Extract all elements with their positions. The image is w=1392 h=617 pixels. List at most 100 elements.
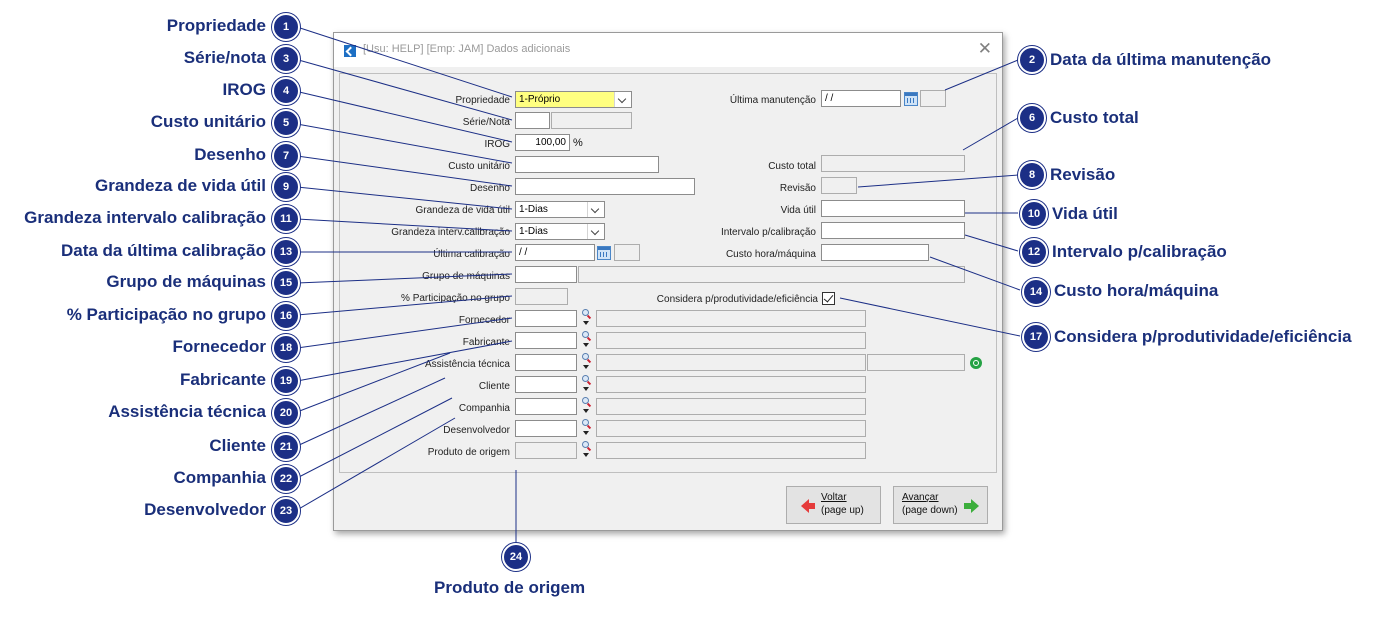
ultima-manutencao-input[interactable]: / /: [821, 90, 901, 107]
search-icon[interactable]: [581, 353, 593, 371]
produto-origem-label: Produto de origem: [427, 447, 510, 458]
search-icon[interactable]: [581, 441, 593, 459]
ultima-manutencao-label: Última manutenção: [729, 95, 816, 106]
avancar-button[interactable]: Avançar (page down): [893, 486, 988, 524]
desenvolvedor-label: Desenvolvedor: [443, 425, 510, 436]
search-icon[interactable]: [581, 375, 593, 393]
desenvolvedor-desc: [596, 420, 866, 437]
assistencia-tecnica-input[interactable]: [515, 354, 577, 371]
annotation-badge-1: 1: [272, 13, 300, 41]
cliente-desc: [596, 376, 866, 393]
assistencia-tecnica-desc: [596, 354, 866, 371]
annotation-label-1: Propriedade: [166, 16, 266, 35]
annotation-badge-4: 4: [272, 77, 300, 105]
irog-unit: %: [573, 137, 583, 149]
annotation-badge-23: 23: [272, 497, 300, 525]
app-icon: [344, 45, 356, 57]
participacao-grupo-label: % Participação no grupo: [401, 293, 510, 304]
cliente-label: Cliente: [478, 381, 510, 392]
ultima-calibracao-extra: [614, 244, 640, 261]
fabricante-label: Fabricante: [462, 337, 510, 348]
annotation-label-15: Grupo de máquinas: [106, 272, 266, 291]
custo-hora-maquina-label: Custo hora/máquina: [725, 249, 816, 260]
annotation-label-13: Data da última calibração: [60, 241, 266, 260]
fornecedor-input[interactable]: [515, 310, 577, 327]
vida-util-input[interactable]: [821, 200, 965, 217]
annotation-label-3: Série/nota: [183, 48, 266, 67]
annotation-badge-5: 5: [272, 109, 300, 137]
calendar-icon[interactable]: [904, 92, 918, 106]
produto-origem-desc: [596, 442, 866, 459]
annotation-label-16: % Participação no grupo: [66, 305, 266, 324]
companhia-input[interactable]: [515, 398, 577, 415]
produto-origem-input: [515, 442, 577, 459]
propriedade-select[interactable]: 1-Próprio: [515, 91, 632, 108]
close-icon[interactable]: ✕: [978, 39, 992, 59]
grandeza-interv-label: Grandeza interv.calibração: [391, 227, 510, 238]
annotation-badge-13: 13: [272, 238, 300, 266]
ultima-calibracao-label: Última calibração: [433, 249, 510, 260]
annotation-badge-14: 14: [1022, 278, 1050, 306]
annotation-badge-24: 24: [502, 543, 530, 571]
intervalo-calibracao-input[interactable]: [821, 222, 965, 239]
custo-hora-maquina-input[interactable]: [821, 244, 929, 261]
annotation-label-6: Custo total: [1050, 108, 1139, 127]
fabricante-input[interactable]: [515, 332, 577, 349]
annotation-badge-6: 6: [1018, 104, 1046, 132]
fornecedor-desc: [596, 310, 866, 327]
custo-unitario-label: Custo unitário: [448, 161, 510, 172]
arrow-right-icon: [964, 499, 979, 513]
grandeza-vida-util-select[interactable]: 1-Dias: [515, 201, 605, 218]
annotation-label-22: Companhia: [173, 468, 266, 487]
irog-input[interactable]: 100,00: [515, 134, 570, 151]
window-title: [Usu: HELP] [Emp: JAM] Dados adicionais: [363, 43, 571, 55]
custo-unitario-input[interactable]: [515, 156, 659, 173]
chevron-down-icon: [587, 202, 604, 217]
annotation-label-23: Desenvolvedor: [144, 500, 266, 519]
annotation-label-18: Fornecedor: [172, 337, 266, 356]
annotation-label-4: IROG: [222, 80, 266, 99]
annotation-badge-17: 17: [1022, 323, 1050, 351]
nota-input: [551, 112, 632, 129]
annotation-badge-21: 21: [272, 433, 300, 461]
search-icon[interactable]: [581, 309, 593, 327]
annotation-label-14: Custo hora/máquina: [1054, 281, 1219, 300]
annotation-badge-19: 19: [272, 367, 300, 395]
companhia-label: Companhia: [458, 403, 510, 414]
vida-util-label: Vida útil: [780, 205, 816, 216]
ultima-manutencao-extra: [920, 90, 946, 107]
ultima-calibracao-input[interactable]: / /: [515, 244, 595, 261]
irog-label: IROG: [484, 139, 510, 150]
grandeza-vida-util-label: Grandeza de vida útil: [415, 205, 510, 216]
chevron-down-icon: [614, 92, 631, 107]
serie-nota-label: Série/Nota: [462, 117, 510, 128]
search-icon[interactable]: [581, 331, 593, 349]
grupo-maquinas-desc: [578, 266, 965, 283]
companhia-desc: [596, 398, 866, 415]
voltar-button[interactable]: Voltar (page up): [786, 486, 881, 524]
search-icon[interactable]: [581, 397, 593, 415]
chevron-down-icon: [587, 224, 604, 239]
annotation-label-10: Vida útil: [1052, 204, 1118, 223]
dados-adicionais-window: [Usu: HELP] [Emp: JAM] Dados adicionais …: [333, 32, 1003, 531]
desenvolvedor-input[interactable]: [515, 420, 577, 437]
fornecedor-label: Fornecedor: [458, 315, 510, 326]
grandeza-interv-select[interactable]: 1-Dias: [515, 223, 605, 240]
calendar-icon[interactable]: [597, 246, 611, 260]
revisao-input: [821, 177, 857, 194]
considera-produtividade-checkbox[interactable]: [822, 292, 835, 305]
grupo-maquinas-input[interactable]: [515, 266, 577, 283]
annotation-label-20: Assistência técnica: [108, 402, 266, 421]
annotation-badge-2: 2: [1018, 46, 1046, 74]
cliente-input[interactable]: [515, 376, 577, 393]
serie-input[interactable]: [515, 112, 550, 129]
search-icon[interactable]: [581, 419, 593, 437]
annotation-badge-9: 9: [272, 173, 300, 201]
desenho-label: Desenho: [469, 183, 510, 194]
annotation-label-19: Fabricante: [180, 370, 266, 389]
annotation-label-8: Revisão: [1050, 165, 1116, 184]
considera-produtividade-label: Considera p/produtividade/eficiência: [656, 294, 818, 305]
annotation-badge-15: 15: [272, 269, 300, 297]
whatsapp-icon[interactable]: [970, 357, 982, 369]
desenho-input[interactable]: [515, 178, 695, 195]
